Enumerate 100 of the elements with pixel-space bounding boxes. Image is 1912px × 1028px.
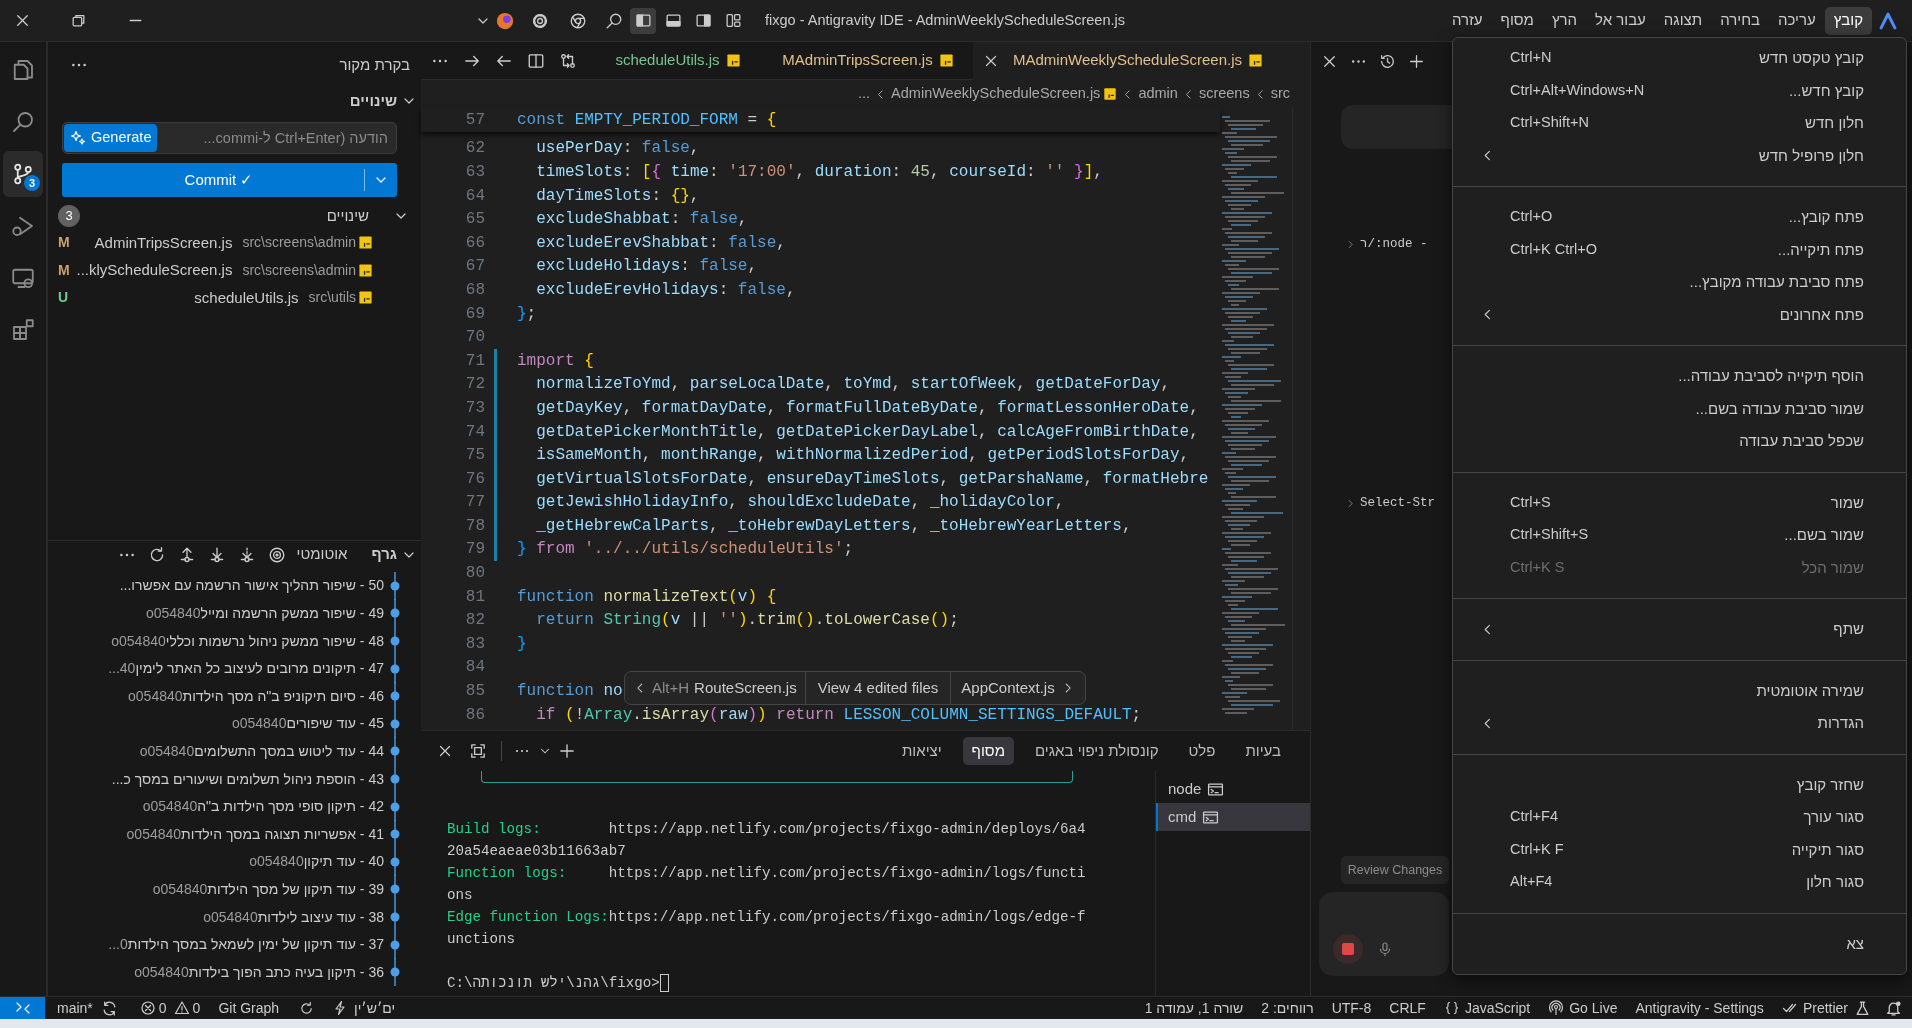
status-text[interactable]: ים׳ש׳ין [354, 997, 396, 1019]
breadcrumb-item[interactable]: src [1270, 83, 1290, 105]
new-terminal-icon[interactable] [558, 742, 576, 760]
branch-item[interactable]: main* [57, 997, 118, 1019]
secondary-sidebar-icon[interactable] [694, 12, 712, 29]
breadcrumb-item[interactable]: screens [1198, 83, 1250, 105]
settings-icon[interactable] [531, 11, 549, 30]
terminal-session[interactable]: node [1156, 775, 1310, 803]
history-icon[interactable] [1379, 52, 1396, 70]
panel-tab[interactable]: מסוף [962, 737, 1014, 765]
next-file-button[interactable]: AppContext.js [951, 672, 1085, 704]
status-item[interactable]: רווחים: 2 [1261, 997, 1314, 1019]
graph-node-icon [388, 682, 402, 711]
menu-bar-item[interactable]: מסוף [1491, 6, 1543, 35]
generate-button[interactable]: Generate [64, 124, 158, 152]
notifications-icon[interactable] [1885, 999, 1902, 1017]
menu-bar-item[interactable]: קובץ [1824, 6, 1872, 35]
status-item[interactable]: UTF-8 [1331, 997, 1372, 1019]
menu-bar-item[interactable]: תצוגה [1654, 6, 1712, 35]
microphone-icon[interactable] [1377, 941, 1393, 957]
review-changes-button[interactable]: Review Changes [1341, 856, 1449, 884]
code-line: usePerDay: false, [535, 138, 700, 160]
code-line: excludeShabbat: false, [535, 209, 748, 231]
plus-icon[interactable] [1408, 52, 1425, 70]
menu-item[interactable]: שכפל סביבת עבודה [1453, 425, 1906, 458]
status-item[interactable]: Antigravity - Settings [1635, 997, 1764, 1019]
compare-changes-icon[interactable] [559, 51, 577, 70]
status-item[interactable]: CRLF [1389, 997, 1426, 1019]
status-item[interactable]: Go Live [1548, 997, 1618, 1019]
commit-button[interactable]: Commit ✓ [62, 163, 397, 197]
menu-item[interactable]: שמירה אוטומטית [1453, 674, 1906, 707]
breadcrumb-item[interactable]: ... [858, 83, 871, 105]
maximize-icon[interactable] [469, 742, 487, 760]
commit-row[interactable]: 43 - הוספת ניהול תשלומים ושיעורים במסך כ... [48, 765, 421, 793]
status-item[interactable]: שורה 1, עמודה 1 [1144, 997, 1244, 1019]
section-header[interactable]: שינויים [48, 88, 421, 114]
menu-item[interactable]: הוסף תיקייה לסביבת עבודה... [1453, 360, 1906, 393]
graph-section-header[interactable]: גרף [371, 543, 417, 566]
view-edited-files-button[interactable]: View 4 edited files [805, 672, 952, 704]
line-number: 68 [464, 279, 485, 301]
changed-file-item[interactable]: M AdminTripsScreen.js src\screens\admin [48, 229, 421, 257]
panel-toggle-icon[interactable] [664, 12, 682, 29]
panel-tab[interactable]: יציאות [892, 737, 951, 765]
graph-node-icon [388, 571, 402, 600]
code-line: if (!Array.isArray(raw)) return LESSON_COLUMN_SETTINGS_DEFAULT; [535, 704, 1142, 726]
editor-tab[interactable]: scheduleUtils.js [593, 41, 763, 80]
previous-file-button[interactable]: Alt+H RouteScreen.js [625, 672, 806, 704]
problems-item[interactable]: 0 0 [139, 997, 201, 1019]
stop-button[interactable] [1333, 934, 1363, 964]
menu-item[interactable]: שתף [1453, 613, 1906, 646]
panel-tab[interactable]: קונסולת ניפוי באגים [1026, 737, 1168, 765]
panel-tab[interactable]: פלט [1179, 737, 1225, 765]
split-editor-icon[interactable] [527, 51, 545, 70]
changes-title: שינויים [326, 205, 369, 226]
sidebar-toggle-icon[interactable] [634, 12, 652, 29]
activity-item[interactable]: 3 [3, 151, 43, 197]
flask-icon[interactable] [1854, 999, 1871, 1017]
breadcrumb-item[interactable]: AdminWeeklyScheduleScreen.js [891, 83, 1118, 105]
menu-item[interactable]: הגדרות [1453, 707, 1906, 740]
chat-input[interactable] [1319, 892, 1449, 976]
refresh-icon[interactable] [299, 1000, 315, 1016]
menu-bar-item[interactable]: עזרה [1442, 6, 1492, 35]
line-number: 69 [464, 303, 485, 325]
line-number: 67 [464, 256, 485, 278]
terminal-line: ons [447, 886, 474, 905]
commit-row[interactable]: 50 - שיפור תהליך אישור הרשמה עם אפשרו... [48, 572, 421, 600]
menu-item[interactable]: פתח אחרונים [1453, 298, 1906, 331]
line-number: 62 [464, 138, 485, 160]
menu-bar-item[interactable]: הרץ [1542, 6, 1586, 35]
menu-item[interactable]: שחזר קובץ [1453, 768, 1906, 801]
panel-tab[interactable]: בעיות [1236, 737, 1290, 765]
menu-item[interactable]: חלון פרופיל חדש [1453, 139, 1906, 172]
status-item[interactable]: Prettier [1781, 997, 1848, 1019]
search-icon[interactable] [605, 11, 623, 30]
menu-bar-item[interactable]: עריכה [1769, 6, 1825, 35]
editor-tab[interactable]: MAdminWeeklyScheduleScreen.js [973, 41, 1310, 80]
menu-item[interactable]: פתח סביבת עבודה מקובץ... [1453, 266, 1906, 299]
line-number: 73 [464, 397, 485, 419]
git-graph-item[interactable]: Git Graph [218, 997, 280, 1019]
target-icon[interactable] [268, 545, 287, 564]
status-item[interactable]: JavaScript [1443, 997, 1531, 1019]
editor-tab[interactable]: MAdminTripsScreen.js [763, 41, 973, 80]
collapsed-step[interactable]: ר/:node - [1345, 235, 1428, 254]
collapsed-step[interactable]: Select-Str [1345, 493, 1435, 513]
terminal-session[interactable]: cmd [1156, 803, 1310, 831]
round-logo-icon[interactable] [495, 10, 515, 31]
line-number: 74 [464, 421, 485, 443]
menu-bar-item[interactable]: עבור אל [1586, 6, 1655, 35]
menu-item[interactable]: צא [1453, 927, 1906, 960]
code-line: normalizeToYmd, parseLocalDate, toYmd, startOfWeek, getDateForDay, [535, 374, 1170, 396]
breadcrumb-item[interactable]: admin [1138, 83, 1178, 105]
menu-item[interactable]: שמור סביבת עבודה בשם... [1453, 392, 1906, 425]
aperture-icon[interactable] [569, 11, 587, 30]
layout-icon[interactable] [724, 12, 742, 29]
changed-file-item[interactable]: M ...klyScheduleScreen.js src\screens\admin [48, 256, 421, 284]
js-file-icon [358, 262, 373, 278]
changed-file-item[interactable]: U scheduleUtils.js src\utils [48, 284, 421, 312]
broadcast-icon [1548, 1000, 1565, 1016]
close-icon[interactable] [437, 743, 453, 759]
menu-bar-item[interactable]: בחירה [1711, 6, 1769, 35]
